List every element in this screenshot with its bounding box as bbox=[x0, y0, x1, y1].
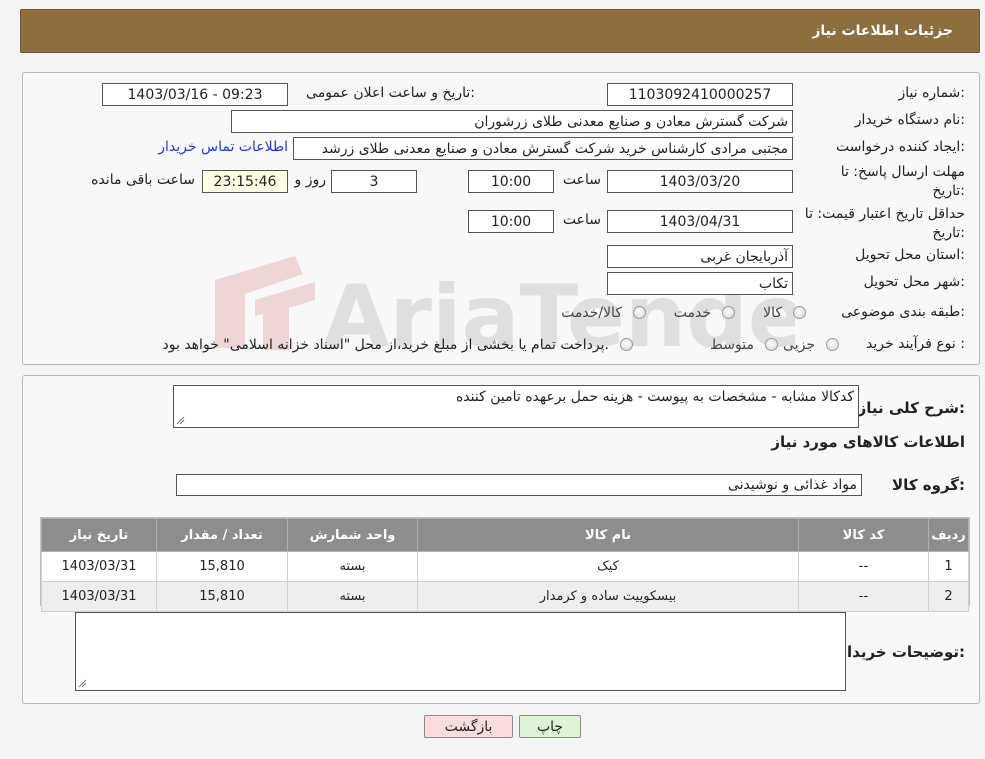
col-qty-header: تعداد / مقدار bbox=[156, 518, 288, 552]
reply-date-field: 1403/03/20 bbox=[607, 170, 793, 193]
summary-text: کدکالا مشابه - مشخصات به پیوست - هزینه ح… bbox=[455, 389, 854, 405]
buyer-notes-text bbox=[76, 613, 845, 619]
reply-time-label: ساعت bbox=[562, 172, 601, 188]
city-label: شهر محل تحویل: bbox=[863, 274, 965, 290]
cell-need-date: 1403/03/31 bbox=[41, 581, 157, 612]
remaining-time-label: ساعت باقی مانده bbox=[91, 172, 195, 188]
treasury-payment-note: پرداخت تمام یا بخشی از مبلغ خرید،از محل … bbox=[162, 337, 609, 353]
col-code-header: کد کالا bbox=[798, 518, 929, 552]
table-header-row: ردیف کد کالا نام کالا واحد شمارش تعداد /… bbox=[41, 518, 969, 552]
cell-need-date: 1403/03/31 bbox=[41, 551, 157, 582]
cell-quantity: 15,810 bbox=[156, 551, 288, 582]
buyer-notes-textarea[interactable] bbox=[75, 612, 846, 691]
announce-field: 1403/03/16 - 09:23 bbox=[102, 83, 288, 106]
buyer-org-label: نام دستگاه خریدار: bbox=[854, 112, 965, 128]
reply-time-field: 10:00 bbox=[468, 170, 554, 193]
col-unit-header: واحد شمارش bbox=[287, 518, 418, 552]
category-goods-label: کالا bbox=[763, 305, 782, 321]
treasury-payment-checkbox[interactable] bbox=[620, 338, 633, 351]
process-medium-radio[interactable] bbox=[765, 338, 778, 351]
goods-group-field: مواد غذائی و نوشیدنی bbox=[176, 474, 862, 496]
back-button[interactable]: بازگشت bbox=[424, 715, 513, 738]
items-table: ردیف کد کالا نام کالا واحد شمارش تعداد /… bbox=[41, 518, 969, 612]
category-goods-radio[interactable] bbox=[793, 306, 806, 319]
process-medium-label: متوسط bbox=[710, 337, 754, 353]
print-button[interactable]: چاپ bbox=[519, 715, 581, 738]
cell-goods-name: بیسکوییت ساده و کرمدار bbox=[417, 581, 799, 612]
summary-label: شرح کلی نیاز: bbox=[857, 399, 965, 417]
cell-row-number: 1 bbox=[928, 551, 969, 582]
price-date-field: 1403/04/31 bbox=[607, 210, 793, 233]
creator-field: مجتبی مرادی کارشناس خرید شرکت گسترش معاد… bbox=[293, 137, 793, 160]
page-header: جزئیات اطلاعات نیاز bbox=[20, 9, 980, 53]
process-minor-label: جزیی bbox=[783, 337, 815, 353]
category-goods-service-radio[interactable] bbox=[633, 306, 646, 319]
need-number-field: 1103092410000257 bbox=[607, 83, 793, 106]
items-table-container: ردیف کد کالا نام کالا واحد شمارش تعداد /… bbox=[40, 517, 970, 612]
buyer-contact-link[interactable]: اطلاعات تماس خریدار bbox=[158, 139, 288, 155]
cell-goods-code: -- bbox=[798, 581, 929, 612]
col-date-header: تاریخ نیاز bbox=[41, 518, 157, 552]
cell-row-number: 2 bbox=[928, 581, 969, 612]
buyer-notes-label: توضیحات خریدار: bbox=[838, 643, 965, 661]
price-time-field: 10:00 bbox=[468, 210, 554, 233]
category-label: طبقه بندی موضوعی: bbox=[841, 304, 965, 320]
goods-info-title: اطلاعات کالاهای مورد نیاز bbox=[771, 433, 965, 451]
category-service-radio[interactable] bbox=[722, 306, 735, 319]
category-service-label: خدمت bbox=[673, 305, 711, 321]
city-field: تکاب bbox=[607, 272, 793, 295]
cell-unit: بسته bbox=[287, 551, 418, 582]
days-label: روز و bbox=[294, 172, 327, 188]
days-remaining-field: 3 bbox=[331, 170, 417, 193]
province-label: استان محل تحویل: bbox=[855, 247, 965, 263]
category-goods-service-label: کالا/خدمت bbox=[561, 305, 622, 321]
cell-goods-code: -- bbox=[798, 551, 929, 582]
remaining-time-field: 23:15:46 bbox=[202, 170, 288, 193]
process-label: نوع فرآیند خرید : bbox=[866, 336, 965, 352]
page-title: جزئیات اطلاعات نیاز bbox=[812, 23, 953, 39]
table-row[interactable]: 1 -- کیک بسته 15,810 1403/03/31 bbox=[41, 551, 969, 582]
announce-label: تاریخ و ساعت اعلان عمومی: bbox=[306, 85, 475, 101]
need-number-label: شماره نیاز: bbox=[898, 85, 965, 101]
table-row[interactable]: 2 -- بیسکوییت ساده و کرمدار بسته 15,810 … bbox=[41, 581, 969, 612]
price-time-label: ساعت bbox=[562, 212, 601, 228]
process-minor-radio[interactable] bbox=[826, 338, 839, 351]
cell-goods-name: کیک bbox=[417, 551, 799, 582]
resize-grip-icon[interactable] bbox=[78, 679, 87, 688]
col-name-header: نام کالا bbox=[417, 518, 799, 552]
goods-group-label: گروه کالا: bbox=[892, 476, 965, 494]
price-validity-label: حداقل تاریخ اعتبار قیمت: تا تاریخ: bbox=[804, 206, 965, 241]
summary-textarea[interactable]: کدکالا مشابه - مشخصات به پیوست - هزینه ح… bbox=[173, 385, 859, 428]
province-field: آذربایجان غربی bbox=[607, 245, 793, 268]
cell-unit: بسته bbox=[287, 581, 418, 612]
cell-quantity: 15,810 bbox=[156, 581, 288, 612]
resize-grip-icon[interactable] bbox=[176, 416, 185, 425]
reply-deadline-label: مهلت ارسال پاسخ: تا تاریخ: bbox=[840, 164, 965, 199]
creator-label: ایجاد کننده درخواست: bbox=[836, 139, 965, 155]
col-row-header: ردیف bbox=[928, 518, 969, 552]
buyer-org-field: شرکت گسترش معادن و صنایع معدنی طلای زرشو… bbox=[231, 110, 793, 133]
